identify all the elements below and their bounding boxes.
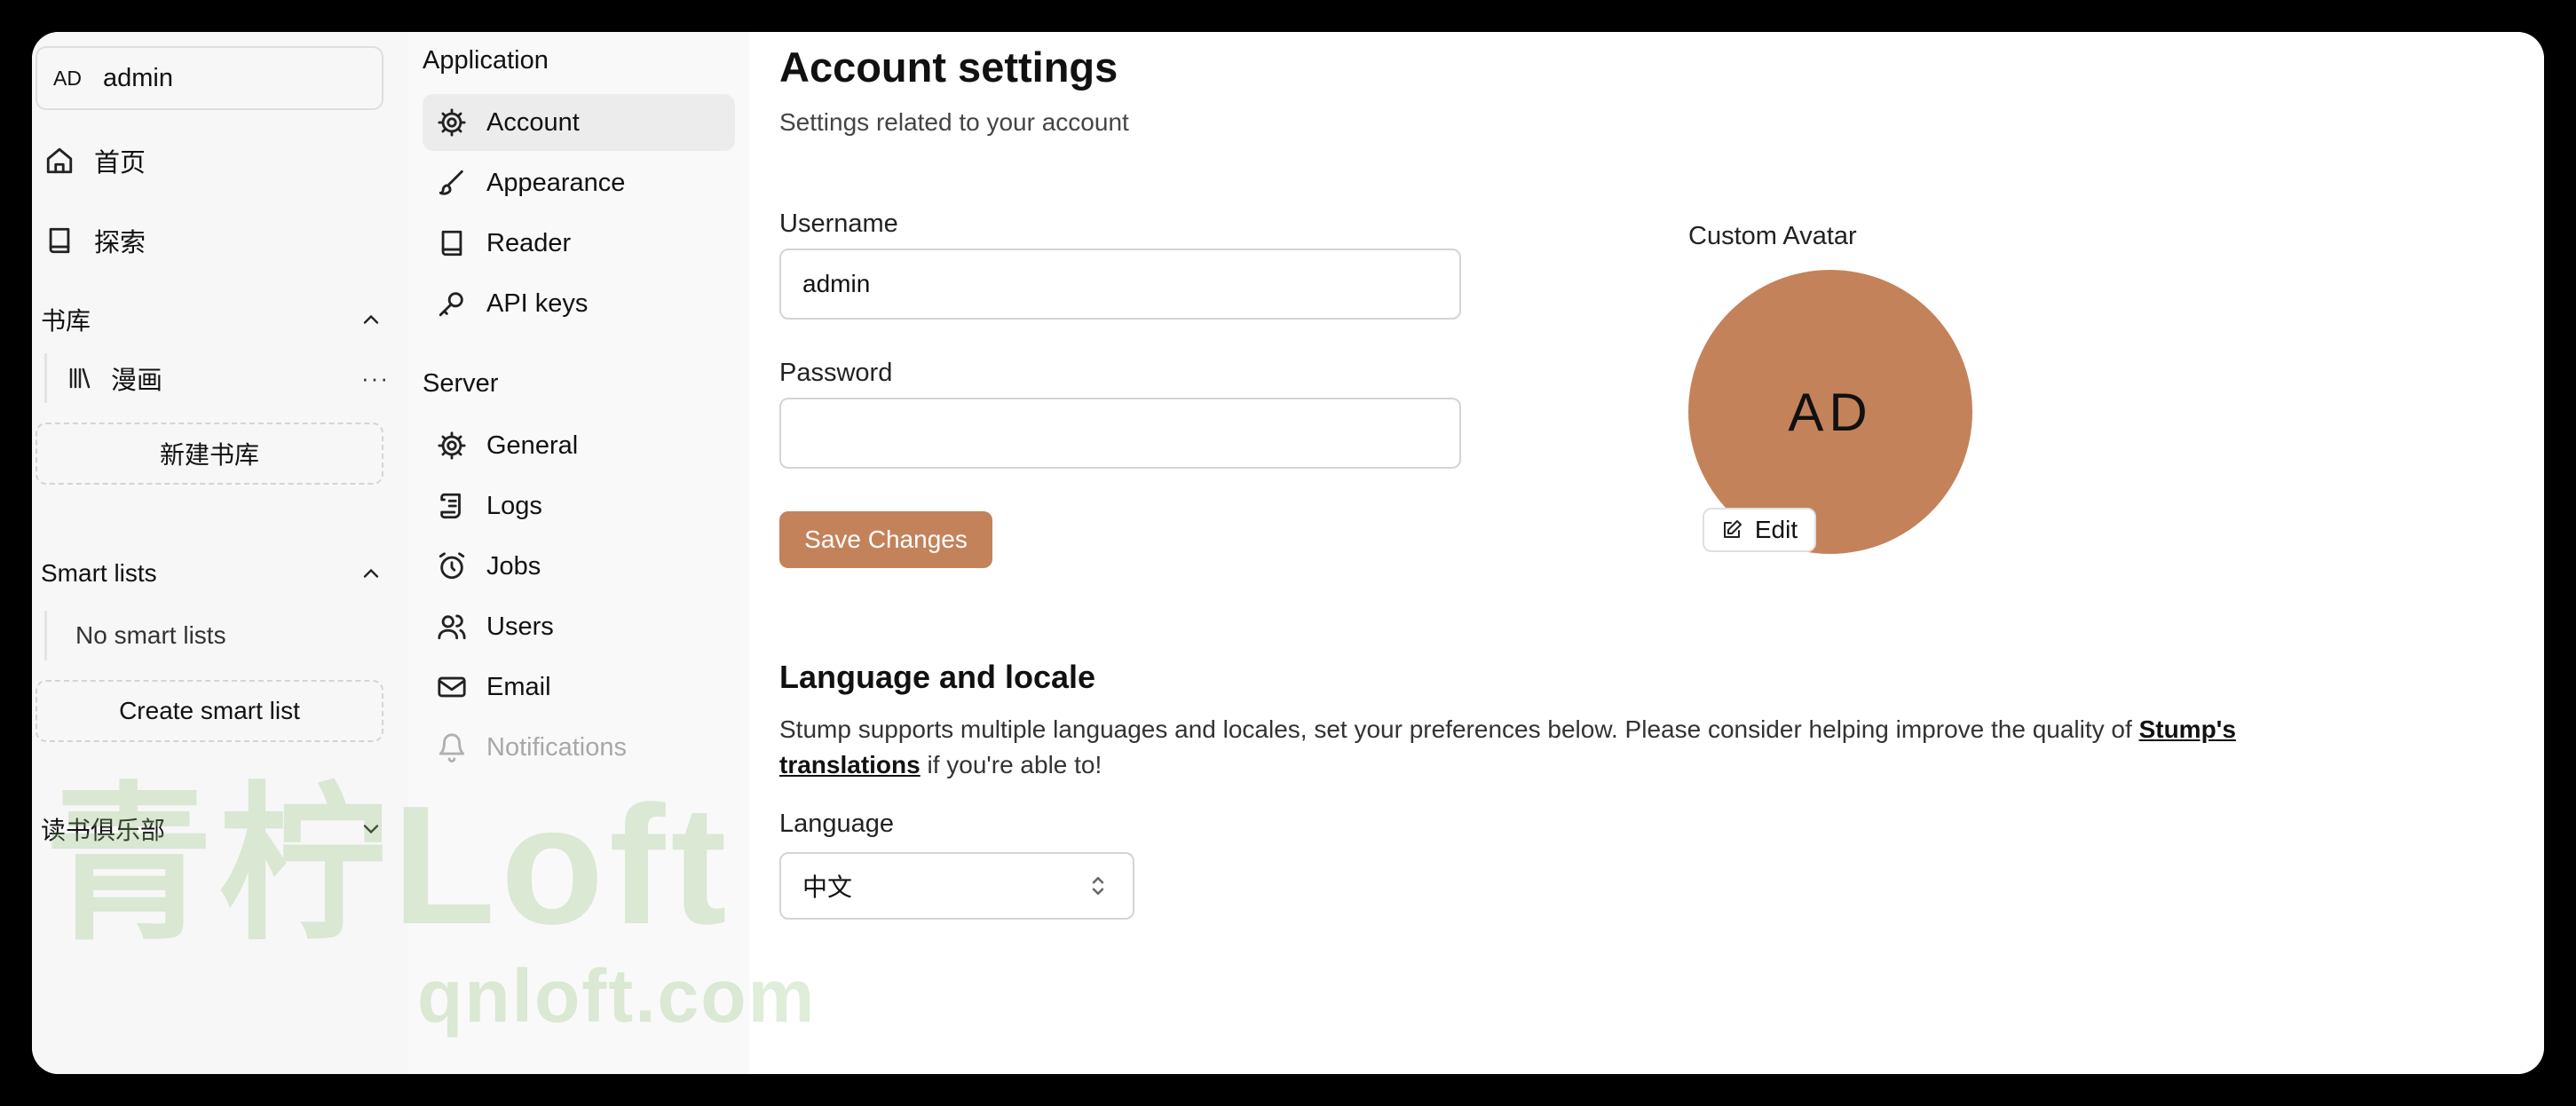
- nav-explore-label: 探索: [94, 229, 146, 257]
- scroll-icon: [440, 493, 461, 519]
- gear-icon: [438, 108, 466, 137]
- settings-item-label: Logs: [486, 491, 542, 520]
- library-more-button[interactable]: ···: [361, 365, 390, 392]
- application-group-title: Application: [423, 46, 549, 75]
- chevron-up-icon: [363, 314, 379, 324]
- settings-item-users[interactable]: Users: [423, 598, 735, 655]
- home-icon: [46, 147, 73, 174]
- settings-item-label: Account: [486, 107, 580, 137]
- main-content: Account settings Settings related to you…: [749, 32, 2544, 1074]
- avatar-initials: AD: [1788, 382, 1873, 442]
- settings-item-general[interactable]: General: [423, 417, 735, 474]
- smart-lists-section-header[interactable]: Smart lists: [41, 559, 392, 588]
- language-label: Language: [779, 810, 895, 838]
- smart-lists-title: Smart lists: [41, 559, 157, 587]
- brush-icon: [439, 170, 463, 195]
- settings-item-appearance[interactable]: Appearance: [423, 154, 735, 211]
- mail-icon: [438, 676, 466, 698]
- page-title: Account settings: [779, 43, 1118, 91]
- libraries-section-header[interactable]: 书库: [41, 302, 392, 337]
- username-input[interactable]: [779, 249, 1461, 320]
- alarm-clock-icon: [439, 552, 465, 580]
- settings-item-jobs[interactable]: Jobs: [423, 538, 735, 595]
- settings-item-label: Appearance: [486, 168, 626, 197]
- language-section-description: Stump supports multiple languages and lo…: [779, 712, 2377, 783]
- library-item-label: 漫画: [111, 367, 163, 395]
- watermark-url: qnloft.com: [417, 954, 817, 1038]
- description-text-end: if you're able to!: [920, 751, 1102, 778]
- nav-home-label: 首页: [94, 149, 146, 178]
- password-label: Password: [779, 359, 893, 387]
- user-menu-button[interactable]: AD admin: [36, 46, 383, 110]
- gear-icon: [438, 431, 466, 460]
- nav-home[interactable]: 首页: [44, 142, 146, 179]
- settings-item-label: General: [486, 431, 579, 460]
- settings-item-logs[interactable]: Logs: [423, 478, 735, 534]
- user-name: admin: [103, 63, 173, 92]
- user-initials: AD: [53, 66, 82, 90]
- chevron-up-icon: [363, 568, 379, 578]
- edit-avatar-button[interactable]: Edit: [1703, 508, 1816, 552]
- book-icon: [49, 227, 70, 254]
- avatar-label: Custom Avatar: [1688, 222, 1857, 250]
- edit-icon: [1723, 520, 1742, 538]
- save-changes-button[interactable]: Save Changes: [779, 511, 992, 568]
- language-section-title: Language and locale: [779, 659, 1096, 695]
- library-icon: [69, 367, 91, 389]
- settings-item-label: Reader: [486, 228, 572, 257]
- settings-item-email[interactable]: Email: [423, 659, 735, 715]
- settings-item-reader[interactable]: Reader: [423, 215, 735, 272]
- settings-item-label: Jobs: [486, 551, 541, 581]
- nav-explore[interactable]: 探索: [44, 222, 146, 259]
- libraries-title: 书库: [41, 307, 91, 335]
- chevron-up-down-icon: [1092, 877, 1104, 895]
- edit-avatar-label: Edit: [1754, 516, 1798, 543]
- settings-item-api-keys[interactable]: API keys: [423, 275, 735, 332]
- smart-lists-empty: No smart lists: [44, 611, 392, 660]
- username-label: Username: [779, 209, 898, 238]
- users-icon: [438, 614, 466, 640]
- new-library-button[interactable]: 新建书库: [36, 423, 383, 485]
- server-group-title: Server: [423, 369, 499, 398]
- settings-item-label: Email: [486, 672, 551, 701]
- description-text: Stump supports multiple languages and lo…: [779, 715, 2139, 743]
- password-input[interactable]: [779, 398, 1461, 469]
- watermark-logo: 青柠Loft: [44, 771, 732, 960]
- library-item[interactable]: 漫画 ···: [44, 353, 395, 403]
- settings-item-label: Users: [486, 612, 554, 641]
- language-select[interactable]: 中文: [779, 852, 1134, 920]
- language-select-value: 中文: [802, 873, 853, 901]
- settings-item-account[interactable]: Account: [423, 94, 735, 151]
- book-icon: [441, 230, 462, 257]
- key-icon: [439, 292, 463, 317]
- page-subtitle: Settings related to your account: [779, 108, 1129, 136]
- settings-item-label: API keys: [486, 288, 589, 318]
